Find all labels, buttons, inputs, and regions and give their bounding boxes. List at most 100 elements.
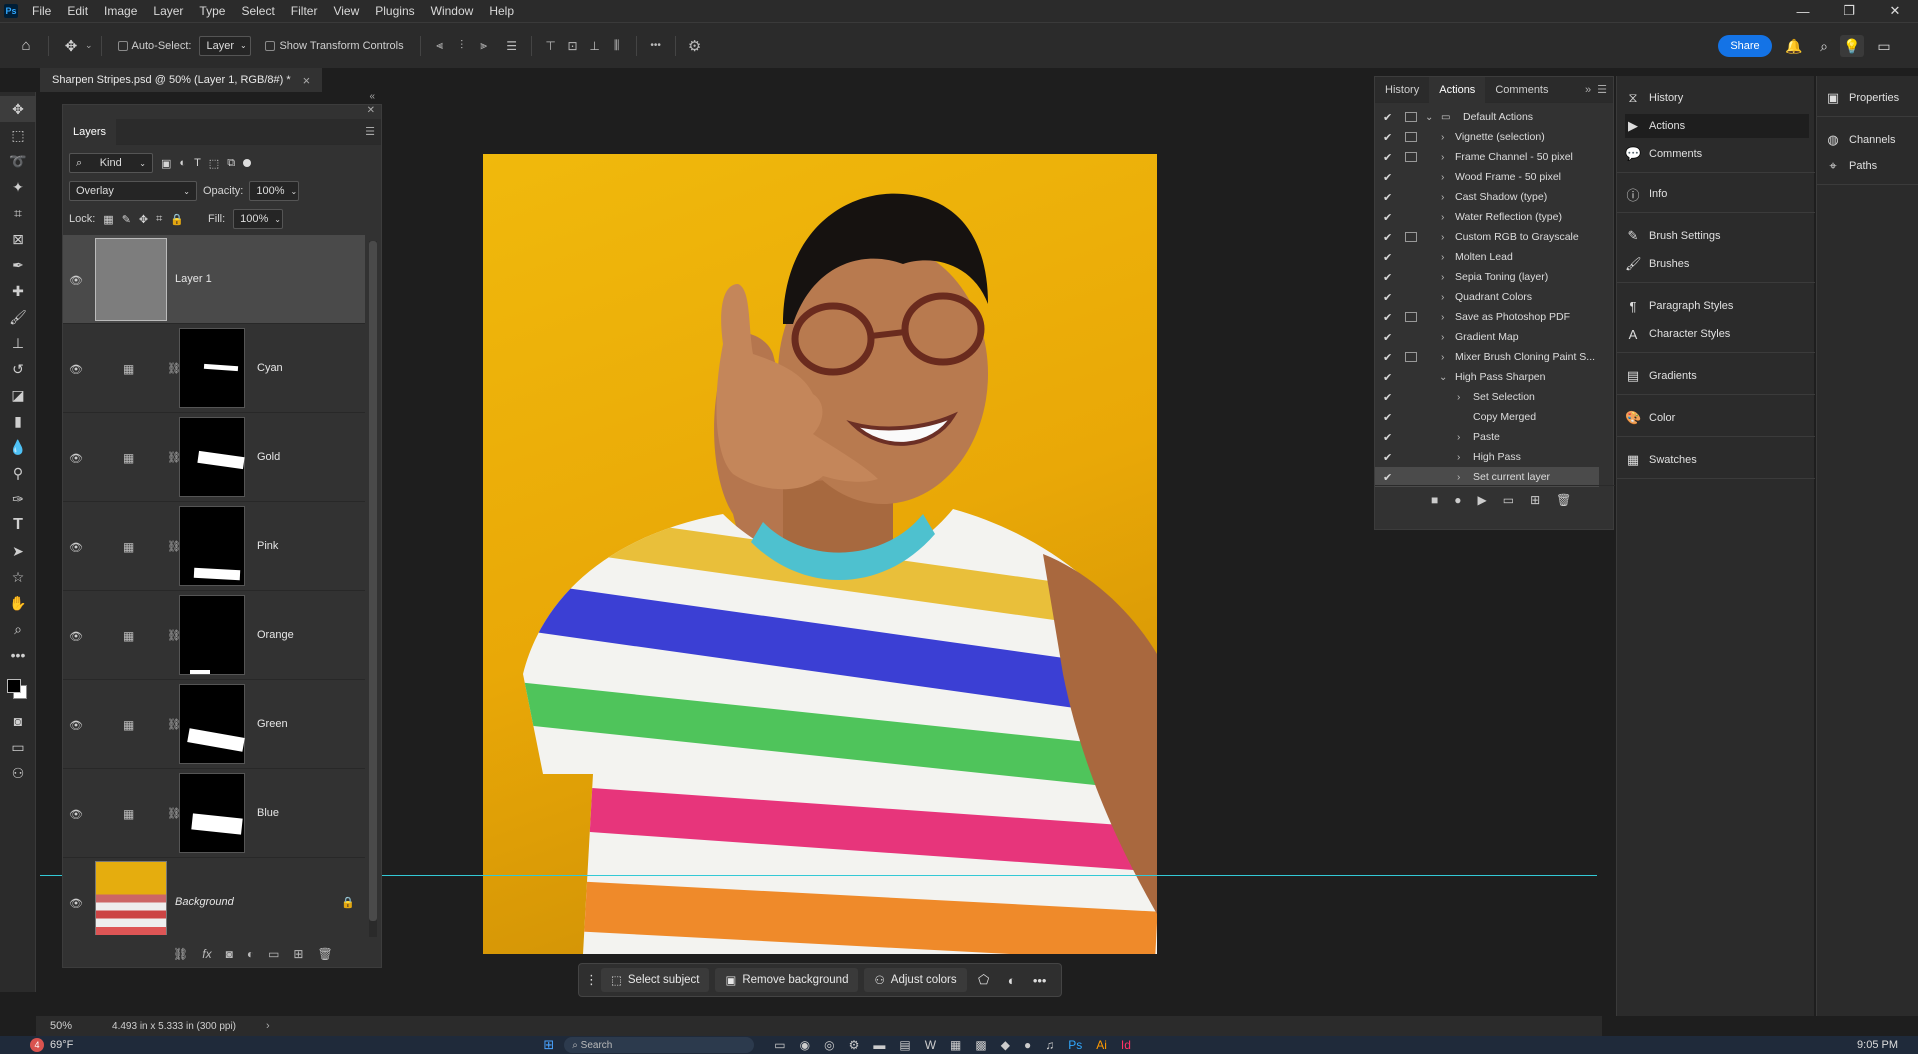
checkmark-icon[interactable]: ✔ [1383, 331, 1392, 344]
pen-tool-icon[interactable]: ✑ [0, 486, 36, 512]
tab-history[interactable]: History [1375, 77, 1429, 103]
move-tool-icon[interactable]: ✥ [0, 96, 36, 122]
dock-gradients[interactable]: ▤ Gradients [1625, 364, 1697, 388]
screen-mode-icon[interactable]: ▭ [0, 734, 36, 760]
checkmark-icon[interactable]: ✔ [1383, 291, 1392, 304]
dock-comments[interactable]: 💬 Comments [1625, 142, 1702, 166]
action-step-row[interactable]: ✔ › Set Selection [1375, 387, 1599, 407]
action-step-row[interactable]: ✔ Copy Merged [1375, 407, 1599, 427]
dialog-toggle-icon[interactable] [1405, 312, 1417, 322]
dock-channels[interactable]: ◍ Channels [1825, 128, 1895, 152]
filter-adjustment-icon[interactable]: ◐ [179, 157, 186, 169]
action-row[interactable]: ✔ › Custom RGB to Grayscale [1375, 227, 1599, 247]
more-tools-icon[interactable]: ••• [0, 642, 36, 668]
link-layers-icon[interactable]: ⛓ [173, 947, 188, 961]
action-row[interactable]: ✔ › Water Reflection (type) [1375, 207, 1599, 227]
layer-mask-thumbnail[interactable] [179, 595, 245, 675]
checkmark-icon[interactable]: ✔ [1383, 391, 1392, 404]
chevron-right-icon[interactable]: › [1457, 452, 1460, 463]
action-row[interactable]: ✔ › Vignette (selection) [1375, 127, 1599, 147]
action-row[interactable]: ✔ › Save as Photoshop PDF [1375, 307, 1599, 327]
clone-stamp-icon[interactable]: ⊥ [0, 330, 36, 356]
edge-icon[interactable]: ◉ [800, 1038, 810, 1052]
align-left-icon[interactable]: ⫷ [429, 35, 451, 57]
dock-info[interactable]: ⓘ Info [1625, 182, 1667, 206]
more-options-icon[interactable]: ••• [1029, 973, 1051, 988]
drag-handle-icon[interactable]: ⋮ [585, 972, 598, 988]
layer-row-cyan[interactable]: 👁 ▦ ⛓ Cyan [63, 324, 365, 413]
visibility-eye-icon[interactable]: 👁 [69, 541, 83, 554]
dock-properties[interactable]: ▣ Properties [1825, 86, 1899, 110]
distribute-vertical-icon[interactable]: ⫼ [606, 35, 628, 57]
crop-tool-icon[interactable]: ⌗ [0, 200, 36, 226]
opacity-field[interactable]: 100% ⌄ [249, 181, 300, 201]
align-middle-icon[interactable]: ⊡ [562, 35, 584, 57]
dialog-toggle-icon[interactable] [1405, 232, 1417, 242]
close-window-button[interactable]: ✕ [1872, 0, 1918, 22]
photoshop-icon[interactable]: Ps [1068, 1038, 1082, 1052]
dialog-toggle-icon[interactable] [1405, 352, 1417, 362]
filter-type-icon[interactable]: T [194, 157, 201, 169]
chevron-right-icon[interactable]: › [1441, 312, 1444, 323]
lasso-tool-icon[interactable]: ➰ [0, 148, 36, 174]
align-right-icon[interactable]: ⫸ [473, 35, 495, 57]
chevron-right-icon[interactable]: › [1441, 252, 1444, 263]
close-panel-icon[interactable]: ✕ [367, 105, 375, 116]
layer-mask-thumbnail[interactable] [179, 506, 245, 586]
layers-scrollbar[interactable] [369, 241, 377, 937]
record-icon[interactable]: ● [1454, 493, 1461, 507]
visibility-eye-icon[interactable]: 👁 [69, 897, 83, 910]
tab-actions[interactable]: Actions [1429, 76, 1486, 103]
checkmark-icon[interactable]: ✔ [1383, 131, 1392, 144]
app-icon[interactable]: ◆ [1001, 1038, 1010, 1052]
adjust-colors-button[interactable]: ⚇ Adjust colors [864, 968, 967, 992]
menu-help[interactable]: Help [481, 0, 522, 22]
checkmark-icon[interactable]: ✔ [1383, 151, 1392, 164]
chevron-right-icon[interactable]: › [1457, 472, 1460, 483]
action-set-row[interactable]: ✔ ⌄ ▭ Default Actions [1375, 107, 1599, 127]
distribute-icon[interactable]: ☰ [501, 35, 523, 57]
menu-filter[interactable]: Filter [283, 0, 326, 22]
spotify-icon[interactable]: ♫ [1045, 1038, 1054, 1052]
lock-pixels-icon[interactable]: ✎ [122, 213, 131, 226]
filter-shape-icon[interactable]: ⬚ [209, 157, 219, 170]
layer-row-pink[interactable]: 👁 ▦ ⛓ Pink [63, 502, 365, 591]
tab-layers[interactable]: Layers [63, 118, 117, 145]
foreground-color-icon[interactable] [7, 679, 21, 693]
dock-actions[interactable]: ▶ Actions [1625, 114, 1809, 138]
checkbox-box[interactable] [265, 40, 276, 51]
file-explorer-icon[interactable]: ▭ [774, 1038, 785, 1052]
illustrator-icon[interactable]: Ai [1096, 1038, 1107, 1052]
chevron-right-icon[interactable]: › [1457, 432, 1460, 443]
magic-wand-icon[interactable]: ✦ [0, 174, 36, 200]
visibility-eye-icon[interactable]: 👁 [69, 274, 83, 287]
show-transform-checkbox[interactable]: Show Transform Controls [265, 40, 404, 52]
checkmark-icon[interactable]: ✔ [1383, 311, 1392, 324]
checkmark-icon[interactable]: ✔ [1383, 351, 1392, 364]
blend-mode-dropdown[interactable]: Overlay ⌄ [69, 181, 197, 201]
visibility-eye-icon[interactable]: 👁 [69, 630, 83, 643]
layer-row-layer-1[interactable]: 👁 Layer 1 [63, 235, 365, 324]
action-row[interactable]: ✔ › Gradient Map [1375, 327, 1599, 347]
menu-select[interactable]: Select [233, 0, 282, 22]
checkbox-box[interactable] [117, 40, 128, 51]
eraser-icon[interactable]: ◪ [0, 382, 36, 408]
app-icon[interactable]: ● [1024, 1038, 1031, 1052]
generative-icon[interactable]: ⚇ [0, 760, 36, 786]
dock-paragraph-styles[interactable]: ¶ Paragraph Styles [1625, 294, 1734, 318]
visibility-eye-icon[interactable]: 👁 [69, 808, 83, 821]
layer-mask-thumbnail[interactable] [179, 684, 245, 764]
menu-file[interactable]: File [24, 0, 59, 22]
indesign-icon[interactable]: Id [1121, 1038, 1131, 1052]
checkmark-icon[interactable]: ✔ [1383, 111, 1392, 124]
dock-swatches[interactable]: ▦ Swatches [1625, 448, 1697, 472]
menu-edit[interactable]: Edit [59, 0, 96, 22]
action-row[interactable]: ✔ › Molten Lead [1375, 247, 1599, 267]
action-row[interactable]: ✔ › Cast Shadow (type) [1375, 187, 1599, 207]
collapse-panel-icon[interactable]: « [369, 91, 375, 102]
move-tool-icon[interactable]: ✥ [57, 32, 85, 60]
history-brush-icon[interactable]: ↺ [0, 356, 36, 382]
zoom-tool-icon[interactable]: ⌕ [0, 616, 36, 642]
checkmark-icon[interactable]: ✔ [1383, 271, 1392, 284]
chevron-right-icon[interactable]: › [266, 1020, 270, 1032]
